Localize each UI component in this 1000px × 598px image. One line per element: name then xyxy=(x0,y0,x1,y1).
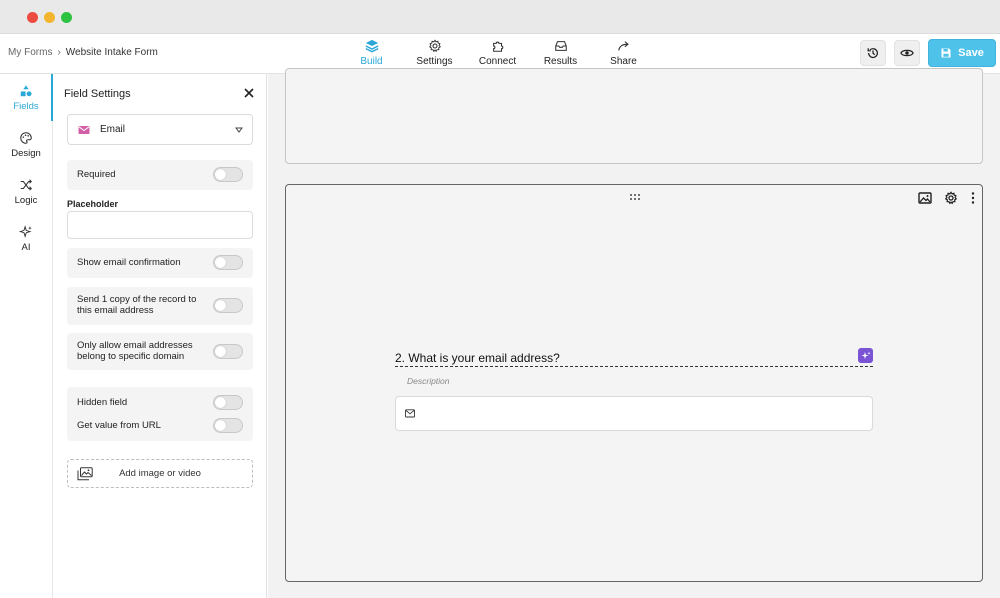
required-label: Required xyxy=(77,169,116,180)
share-arrow-icon xyxy=(617,41,629,51)
window-titlebar xyxy=(0,0,1000,34)
left-rail: Fields Design Logic AI xyxy=(0,74,53,598)
breadcrumb-separator: › xyxy=(57,47,61,58)
preview-button[interactable] xyxy=(894,40,920,66)
domain-restriction-label: Only allow email addresses belong to spe… xyxy=(77,340,193,362)
tab-results-label: Results xyxy=(543,56,578,67)
field-type-value: Email xyxy=(100,124,126,135)
close-window-button[interactable] xyxy=(27,12,38,23)
tab-build-label: Build xyxy=(360,56,383,67)
rail-item-ai[interactable]: AI xyxy=(0,215,52,262)
email-confirmation-option: Show email confirmation xyxy=(67,248,253,278)
question-title: 2. What is your email address? xyxy=(395,350,560,365)
more-vertical-icon[interactable] xyxy=(970,191,976,205)
rail-item-logic[interactable]: Logic xyxy=(0,168,52,215)
header-actions: Save xyxy=(860,39,996,67)
rail-item-logic-label: Logic xyxy=(14,194,38,206)
history-icon xyxy=(867,48,878,59)
shuffle-icon xyxy=(20,178,32,191)
email-answer-input[interactable] xyxy=(395,396,873,431)
breadcrumb: My Forms › Website Intake Form xyxy=(8,47,158,58)
form-canvas: 2. What is your email address? Descripti… xyxy=(268,68,1000,598)
eye-icon xyxy=(900,49,914,57)
floppy-disk-icon xyxy=(941,48,951,58)
hidden-field-label: Hidden field xyxy=(77,397,128,408)
tab-connect-label: Connect xyxy=(478,56,517,67)
image-gallery-icon xyxy=(77,467,93,481)
save-button-label: Save xyxy=(958,47,984,59)
placeholder-label: Placeholder xyxy=(67,199,119,209)
breadcrumb-my-forms[interactable]: My Forms xyxy=(8,47,52,58)
maximize-window-button[interactable] xyxy=(61,12,72,23)
required-toggle[interactable] xyxy=(213,167,243,182)
add-image-video-button[interactable]: Add image or video xyxy=(67,459,253,488)
add-image-video-label: Add image or video xyxy=(119,468,201,479)
layers-icon xyxy=(365,39,378,53)
placeholder-input[interactable] xyxy=(67,211,253,239)
domain-restriction-toggle[interactable] xyxy=(213,343,243,359)
chevron-down-icon xyxy=(235,127,243,133)
tab-settings-label: Settings xyxy=(416,56,453,67)
selected-question-card[interactable]: 2. What is your email address? Descripti… xyxy=(285,184,983,582)
send-copy-toggle[interactable] xyxy=(213,297,243,313)
question-title-field[interactable]: 2. What is your email address? xyxy=(395,348,873,367)
email-confirmation-label: Show email confirmation xyxy=(77,257,181,268)
question-description[interactable]: Description xyxy=(407,376,450,386)
minimize-window-button[interactable] xyxy=(44,12,55,23)
inbox-icon xyxy=(554,41,567,51)
palette-icon xyxy=(20,131,32,144)
field-settings-panel: Field Settings Email Required Placeholde… xyxy=(54,74,267,598)
puzzle-icon xyxy=(492,41,503,52)
required-option: Required xyxy=(67,160,253,190)
domain-restriction-option: Only allow email addresses belong to spe… xyxy=(67,333,253,370)
rail-item-fields-label: Fields xyxy=(13,100,39,112)
url-value-toggle[interactable] xyxy=(213,418,243,433)
rail-item-design-label: Design xyxy=(11,147,41,159)
envelope-icon xyxy=(405,409,415,418)
hidden-field-toggle[interactable] xyxy=(213,395,243,410)
previous-question-card[interactable] xyxy=(285,68,983,164)
close-icon[interactable] xyxy=(242,86,256,100)
email-confirmation-toggle[interactable] xyxy=(213,255,243,270)
sparkle-icon xyxy=(19,224,32,238)
send-copy-option: Send 1 copy of the record to this email … xyxy=(67,287,253,325)
rail-item-ai-label: AI xyxy=(21,241,31,253)
url-value-label: Get value from URL xyxy=(77,420,161,431)
envelope-icon xyxy=(78,125,90,134)
breadcrumb-current: Website Intake Form xyxy=(65,47,158,58)
sparkle-icon xyxy=(861,351,870,359)
history-button[interactable] xyxy=(860,40,886,66)
tab-share-label: Share xyxy=(610,56,637,67)
panel-title: Field Settings xyxy=(64,88,131,100)
drag-handle-icon[interactable] xyxy=(629,193,641,201)
ai-assist-button[interactable] xyxy=(858,348,873,363)
gear-icon xyxy=(428,39,441,53)
gear-icon[interactable] xyxy=(944,191,958,205)
image-icon[interactable] xyxy=(918,191,932,205)
visibility-options: Hidden field Get value from URL xyxy=(67,387,253,441)
save-button[interactable]: Save xyxy=(928,39,996,67)
shapes-icon xyxy=(20,84,32,96)
rail-item-design[interactable]: Design xyxy=(0,121,52,168)
send-copy-label: Send 1 copy of the record to this email … xyxy=(77,294,197,316)
card-toolbar xyxy=(918,191,976,205)
rail-item-fields[interactable]: Fields xyxy=(0,74,53,121)
field-type-select[interactable]: Email xyxy=(67,114,253,145)
